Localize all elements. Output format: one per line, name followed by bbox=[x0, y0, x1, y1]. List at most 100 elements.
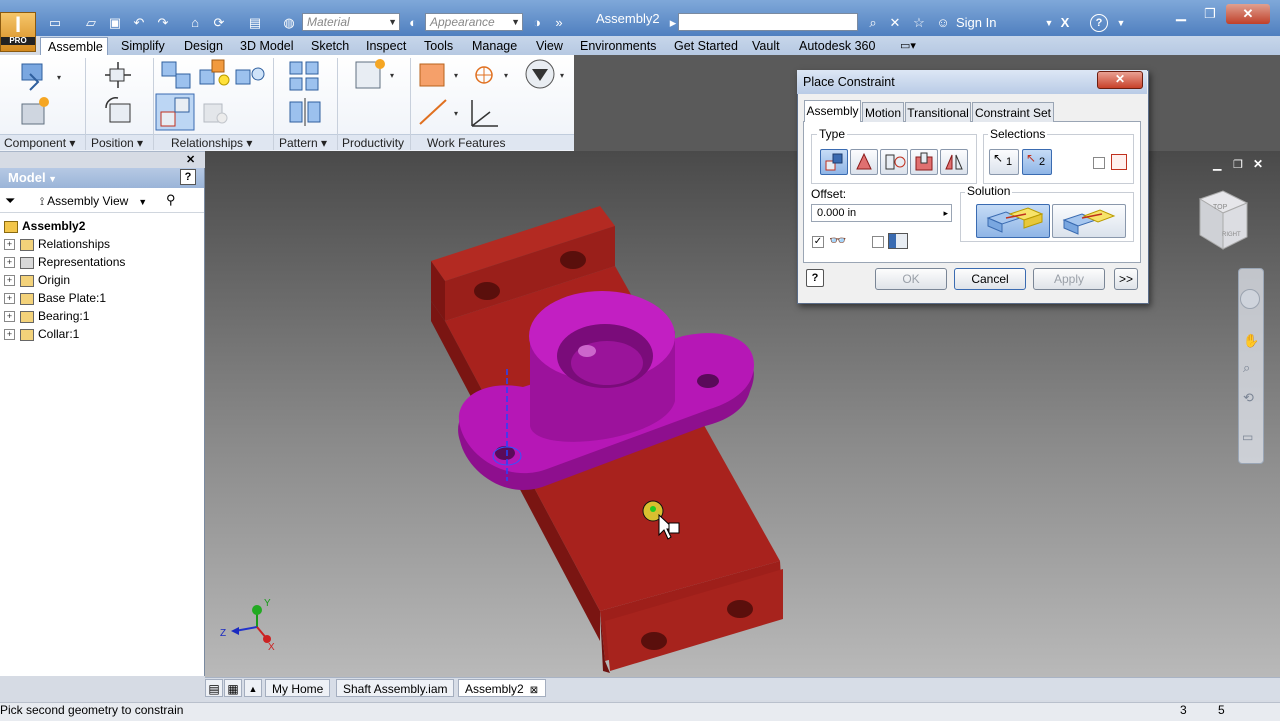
ok-button[interactable]: OK bbox=[875, 268, 947, 290]
viewport-close-icon[interactable]: ✕ bbox=[1253, 157, 1263, 171]
contact-set-icon[interactable] bbox=[199, 59, 230, 86]
mirror-icon[interactable] bbox=[289, 98, 321, 126]
more-options-button[interactable]: >> bbox=[1114, 268, 1138, 290]
sign-in-link[interactable]: Sign In bbox=[956, 15, 996, 30]
constrain-icon[interactable] bbox=[155, 93, 195, 131]
search-input[interactable] bbox=[678, 13, 858, 31]
tab-tools[interactable]: Tools bbox=[424, 37, 453, 55]
minimize-button[interactable]: ▁ bbox=[1166, 4, 1196, 24]
tab-sketch[interactable]: Sketch bbox=[311, 37, 349, 55]
pan-icon[interactable]: ✋ bbox=[1243, 333, 1259, 349]
group-relationships-label[interactable]: Relationships ▾ bbox=[154, 134, 273, 150]
orbit-icon[interactable]: ⟲ bbox=[1243, 390, 1254, 406]
tab-simplify[interactable]: Simplify bbox=[121, 37, 165, 55]
save-icon[interactable]: ▣ bbox=[106, 14, 124, 32]
work-plane-icon[interactable]: ▾ bbox=[419, 63, 458, 87]
tools-icon[interactable]: ✕ bbox=[886, 14, 904, 32]
binoculars-icon[interactable]: ⌕ bbox=[864, 14, 882, 32]
maximize-button[interactable]: ❐ bbox=[1196, 4, 1224, 24]
tree-root-assembly[interactable]: Assembly2 bbox=[4, 217, 85, 235]
cascade-windows-icon[interactable]: ▦ bbox=[224, 679, 242, 697]
more-tools-icon[interactable]: » bbox=[550, 14, 568, 32]
pattern-component-icon[interactable] bbox=[289, 61, 319, 91]
select-filter-icon[interactable]: ▤ bbox=[246, 14, 264, 32]
group-position-label[interactable]: Position ▾ bbox=[86, 134, 153, 150]
help-dropdown-icon[interactable]: ▼ bbox=[1112, 14, 1130, 32]
freeform-icon[interactable]: ▾ bbox=[525, 59, 564, 89]
tree-item-base-plate[interactable]: + Base Plate:1 bbox=[4, 289, 106, 307]
tree-item-representations[interactable]: + Representations bbox=[4, 253, 125, 271]
cancel-button[interactable]: Cancel bbox=[954, 268, 1026, 290]
dialog-help-icon[interactable]: ? bbox=[806, 269, 824, 287]
assembly-view-selector[interactable]: ⟟ Assembly View ▼ bbox=[40, 194, 147, 209]
tab-inspect[interactable]: Inspect bbox=[366, 37, 406, 55]
pick-part-first-checkbox[interactable] bbox=[1093, 157, 1105, 169]
material-combo[interactable]: Material ▼ bbox=[302, 13, 400, 31]
tile-windows-icon[interactable]: ▤ bbox=[205, 679, 223, 697]
tab-vault[interactable]: Vault bbox=[752, 37, 780, 55]
update-icon[interactable]: ⟳ bbox=[210, 14, 228, 32]
tree-item-bearing[interactable]: + Bearing:1 bbox=[4, 307, 89, 325]
dialog-tab-constraint-set[interactable]: Constraint Set bbox=[972, 102, 1054, 122]
offset-input[interactable]: 0.000 in ▸ bbox=[811, 204, 952, 222]
tab-design[interactable]: Design bbox=[184, 37, 223, 55]
open-icon[interactable]: ▱ bbox=[82, 14, 100, 32]
apply-button[interactable]: Apply bbox=[1033, 268, 1105, 290]
tab-manage[interactable]: Manage bbox=[472, 37, 517, 55]
dialog-tab-motion[interactable]: Motion bbox=[862, 102, 904, 122]
predict-offset-checkbox[interactable] bbox=[872, 236, 884, 248]
group-pattern-label[interactable]: Pattern ▾ bbox=[274, 134, 337, 150]
find-icon[interactable]: ⚲ bbox=[166, 192, 176, 208]
exchange-icon[interactable]: X bbox=[1056, 14, 1074, 32]
ribbon-display-toggle-icon[interactable]: ▭▾ bbox=[900, 37, 916, 55]
filter-icon[interactable]: ⏷ bbox=[5, 193, 15, 209]
color-override-icon[interactable]: ◑ bbox=[528, 14, 546, 32]
application-menu-button[interactable]: I PRO bbox=[0, 12, 36, 52]
tab-3d-model[interactable]: 3D Model bbox=[240, 37, 294, 55]
show-preview-checkbox[interactable]: ✓ bbox=[812, 236, 824, 248]
create-component-icon[interactable] bbox=[21, 97, 49, 125]
redo-icon[interactable]: ↷ bbox=[154, 14, 172, 32]
close-button[interactable]: ✕ bbox=[1226, 4, 1270, 24]
work-axis-icon[interactable]: ▾ bbox=[419, 99, 458, 125]
tab-view[interactable]: View bbox=[536, 37, 563, 55]
viewport-restore-icon[interactable]: ❐ bbox=[1233, 158, 1243, 171]
show-constraints-icon[interactable] bbox=[235, 67, 265, 85]
look-at-icon[interactable]: ▭ bbox=[1242, 430, 1253, 444]
dialog-title-bar[interactable]: Place Constraint bbox=[797, 70, 1147, 94]
doc-tab-my-home[interactable]: My Home bbox=[265, 679, 331, 697]
undo-icon[interactable]: ↶ bbox=[130, 14, 148, 32]
tab-autodesk-360[interactable]: Autodesk 360 bbox=[799, 37, 875, 55]
new-icon[interactable]: ▭ bbox=[46, 14, 64, 32]
productivity-icon[interactable]: ▾ bbox=[355, 59, 394, 89]
tree-item-collar[interactable]: + Collar:1 bbox=[4, 325, 79, 343]
home-icon[interactable]: ⌂ bbox=[186, 14, 204, 32]
ucs-icon[interactable] bbox=[471, 100, 498, 127]
browser-close-icon[interactable]: ✕ bbox=[186, 153, 195, 166]
tab-get-started[interactable]: Get Started bbox=[674, 37, 738, 55]
group-component-label[interactable]: Component ▾ bbox=[0, 134, 85, 150]
viewport-minimize-icon[interactable]: ▁ bbox=[1213, 158, 1221, 171]
doc-tab-shaft-assembly[interactable]: Shaft Assembly.iam bbox=[336, 679, 455, 697]
dialog-close-button[interactable]: ✕ bbox=[1097, 71, 1143, 89]
favorites-icon[interactable]: ☆ bbox=[910, 14, 928, 32]
joint-icon[interactable] bbox=[161, 61, 191, 89]
dialog-tab-assembly[interactable]: Assembly bbox=[804, 100, 861, 122]
tree-item-relationships[interactable]: + Relationships bbox=[4, 235, 110, 253]
zoom-icon[interactable]: ⌕ bbox=[1243, 360, 1250, 376]
tab-assemble[interactable]: Assemble bbox=[40, 37, 108, 55]
browser-help-icon[interactable]: ? bbox=[180, 169, 196, 185]
rotate-icon[interactable] bbox=[105, 97, 131, 123]
help-icon[interactable]: ? bbox=[1090, 14, 1108, 32]
appearance-combo[interactable]: Appearance ▼ bbox=[425, 13, 523, 31]
work-point-icon[interactable]: ▾ bbox=[475, 66, 508, 84]
model-browser-header[interactable]: Model ▼ bbox=[0, 168, 204, 188]
move-icon[interactable] bbox=[105, 62, 131, 88]
tree-item-origin[interactable]: + Origin bbox=[4, 271, 70, 289]
doc-tab-assembly2[interactable]: Assembly2 ⊠ bbox=[458, 679, 546, 697]
steering-wheel-icon[interactable] bbox=[1240, 289, 1260, 309]
place-component-icon[interactable]: ▾ bbox=[21, 63, 61, 91]
tab-environments[interactable]: Environments bbox=[580, 37, 656, 55]
dialog-tab-transitional[interactable]: Transitional bbox=[905, 102, 971, 122]
viewcube[interactable] bbox=[1198, 190, 1249, 250]
